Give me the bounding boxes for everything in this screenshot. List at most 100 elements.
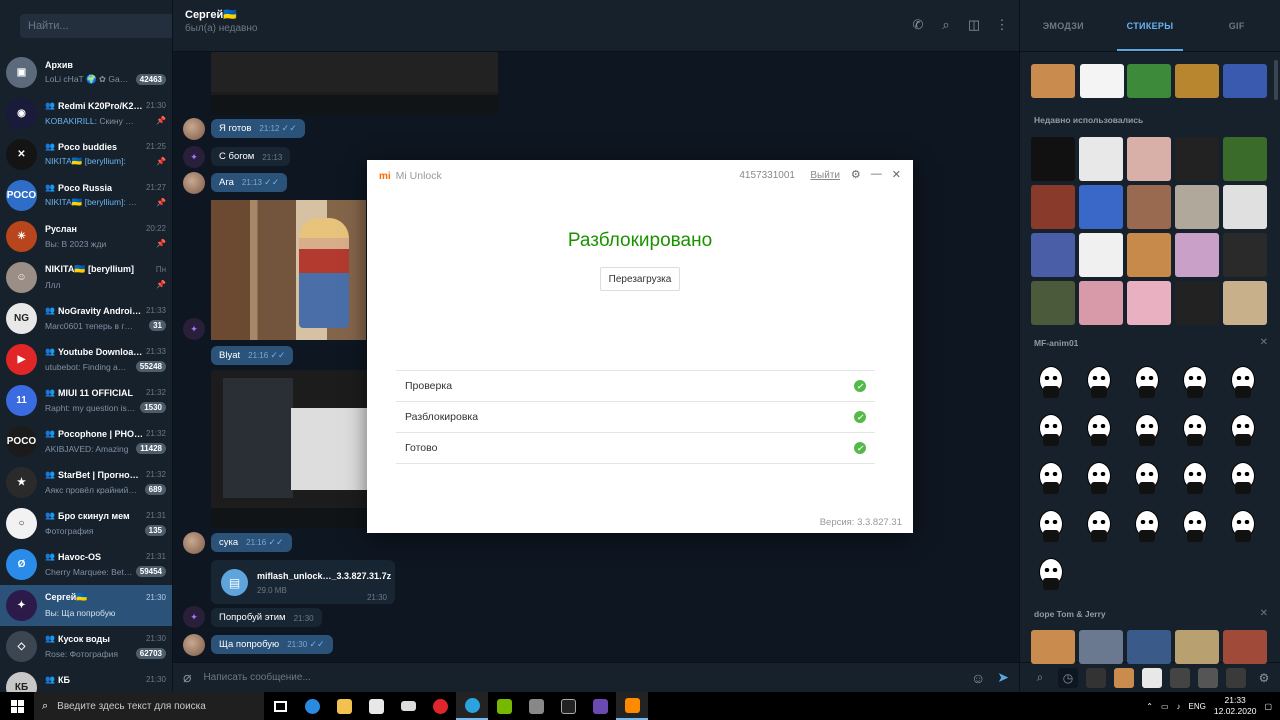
- settings-icon[interactable]: ⚙: [1254, 668, 1274, 688]
- sticker-pack-icon[interactable]: [1170, 667, 1190, 688]
- sticker[interactable]: [1079, 630, 1123, 664]
- avatar[interactable]: ✦: [183, 318, 205, 340]
- terminal-icon[interactable]: [552, 692, 584, 720]
- sticker[interactable]: [1223, 233, 1267, 277]
- sticker[interactable]: [1079, 360, 1119, 400]
- chat-list-item[interactable]: 11 👥 MIUI 11 OFFICIAL 21:32 Rapht: my questi…: [0, 380, 172, 421]
- chat-list-item[interactable]: ▶ 👥 Youtube Downloa… 21:33 utubebot: Finding…: [0, 339, 172, 380]
- chat-list-item[interactable]: ▣ Архив LoLi cHaT 🌍 ✿ Ga… 42463: [0, 52, 172, 93]
- close-icon[interactable]: ✕: [1260, 337, 1268, 348]
- sticker[interactable]: [1127, 504, 1167, 544]
- sticker[interactable]: [1175, 360, 1215, 400]
- photo-message[interactable]: [211, 200, 366, 340]
- avatar[interactable]: [183, 532, 205, 554]
- avatar[interactable]: [183, 172, 205, 194]
- attach-icon[interactable]: ⌀: [183, 669, 191, 686]
- message-out[interactable]: Ща попробую 21:30 ✓✓: [211, 635, 333, 654]
- chat-list-item[interactable]: ☺ NIKITA🇺🇦 [beryllium] Пн Ллл 📌: [0, 257, 172, 298]
- task-view-icon[interactable]: [264, 692, 296, 720]
- sticker[interactable]: [1080, 64, 1124, 98]
- sticker[interactable]: [1127, 185, 1171, 229]
- sticker[interactable]: [1175, 630, 1219, 664]
- logout-link[interactable]: Выйти: [810, 170, 840, 181]
- chat-list-item[interactable]: POCO 👥 Pocophone | PHO… 21:32 AKIBJAVED: Ama…: [0, 421, 172, 462]
- chat-list-item[interactable]: ✕ 👥 Poco buddies 21:25 NIKITA🇺🇦 [beryllium]:…: [0, 134, 172, 175]
- sticker-pack-icon[interactable]: [1086, 667, 1106, 688]
- file-message[interactable]: ▤ miflash_unlock…_3.3.827.31.7z 29.0 MB …: [211, 560, 395, 604]
- chat-list-item[interactable]: ◇ 👥 Кусок воды 21:30 Rose: Фотография 62703: [0, 626, 172, 667]
- sticker[interactable]: [1031, 504, 1071, 544]
- sticker[interactable]: [1031, 360, 1071, 400]
- notifications-icon[interactable]: ▢: [1264, 702, 1272, 711]
- chat-list-item[interactable]: ★ 👥 StarBet | Прогно… 21:32 Аякс провёл край…: [0, 462, 172, 503]
- more-icon[interactable]: ⋮: [995, 17, 1009, 32]
- tab-stickers[interactable]: СТИКЕРЫ: [1107, 0, 1194, 51]
- sticker[interactable]: [1031, 281, 1075, 325]
- file-icon[interactable]: ▤: [221, 569, 248, 596]
- scrollbar[interactable]: [1274, 60, 1278, 100]
- tab-gif[interactable]: GIF: [1193, 0, 1280, 51]
- chat-list-item[interactable]: ☀ Руслан 20:22 Вы: В 2023 жди 📌: [0, 216, 172, 257]
- sticker[interactable]: [1175, 64, 1219, 98]
- app-icon[interactable]: [584, 692, 616, 720]
- network-icon[interactable]: ▭: [1161, 702, 1169, 711]
- sticker[interactable]: [1079, 233, 1123, 277]
- search-icon[interactable]: ⌕: [939, 17, 953, 32]
- sticker[interactable]: [1031, 233, 1075, 277]
- sticker[interactable]: [1079, 456, 1119, 496]
- sidebar-toggle-icon[interactable]: ◫: [967, 17, 981, 32]
- sticker[interactable]: [1127, 137, 1171, 181]
- message-out[interactable]: Blyat 21:16 ✓✓: [211, 346, 294, 365]
- mi-unlock-taskbar-icon[interactable]: [616, 692, 648, 720]
- chat-list-item[interactable]: NG 👥 NoGravity Androi… 21:33 Marc0601 теперь…: [0, 298, 172, 339]
- sticker[interactable]: [1031, 552, 1071, 592]
- avatar[interactable]: ✦: [183, 606, 205, 628]
- emoji-icon[interactable]: ☺: [971, 670, 985, 686]
- search-icon[interactable]: ⌕: [1030, 668, 1050, 688]
- message-out[interactable]: Я готов 21:12 ✓✓: [211, 119, 305, 138]
- clock[interactable]: 21:33 12.02.2020: [1214, 695, 1257, 717]
- screenshot-image[interactable]: [211, 52, 498, 115]
- close-icon[interactable]: ✕: [892, 168, 901, 181]
- sticker[interactable]: [1127, 630, 1171, 664]
- message-in[interactable]: С богом 21:13: [211, 147, 291, 166]
- sticker[interactable]: [1223, 185, 1267, 229]
- chat-list-item[interactable]: ◉ 👥 Redmi K20Pro/K2… 21:30 KOBAKIRILL: Скину…: [0, 93, 172, 134]
- message-input[interactable]: [203, 672, 959, 683]
- message-in[interactable]: Попробуй этим 21:30: [211, 608, 322, 627]
- chat-list-item[interactable]: КБ 👥 КБ 21:30: [0, 667, 172, 692]
- sticker[interactable]: [1031, 185, 1075, 229]
- store-icon[interactable]: [360, 692, 392, 720]
- sticker[interactable]: [1127, 281, 1171, 325]
- message-out[interactable]: Ага 21:13 ✓✓: [211, 173, 288, 192]
- close-icon[interactable]: ✕: [1260, 608, 1268, 619]
- language-indicator[interactable]: ENG: [1189, 702, 1206, 711]
- sticker[interactable]: [1031, 630, 1075, 664]
- sticker[interactable]: [1223, 137, 1267, 181]
- telegram-taskbar-icon[interactable]: [456, 692, 488, 720]
- avatar[interactable]: ✦: [183, 146, 205, 168]
- message-out[interactable]: сука 21:16 ✓✓: [211, 533, 292, 552]
- sticker[interactable]: [1223, 456, 1263, 496]
- sticker[interactable]: [1175, 408, 1215, 448]
- recent-icon[interactable]: ◷: [1058, 667, 1078, 688]
- volume-icon[interactable]: ♪: [1177, 702, 1181, 711]
- chat-list-item[interactable]: ✦ Сергей🇺🇦 21:30 Вы: Ща попробую: [0, 585, 172, 626]
- sticker[interactable]: [1175, 137, 1219, 181]
- sticker-pack-icon[interactable]: [1142, 667, 1162, 688]
- sticker[interactable]: [1127, 360, 1167, 400]
- sticker[interactable]: [1079, 408, 1119, 448]
- sticker-pack-icon[interactable]: [1226, 667, 1246, 688]
- sticker-pack-icon[interactable]: [1198, 667, 1218, 688]
- avatar[interactable]: [183, 634, 205, 656]
- sticker[interactable]: [1175, 504, 1215, 544]
- archive-icon[interactable]: [520, 692, 552, 720]
- sticker[interactable]: [1223, 504, 1263, 544]
- start-button[interactable]: [0, 692, 34, 720]
- phone-icon[interactable]: ✆: [911, 17, 925, 32]
- sticker[interactable]: [1223, 408, 1263, 448]
- sticker[interactable]: [1127, 233, 1171, 277]
- sticker[interactable]: [1079, 185, 1123, 229]
- sticker[interactable]: [1127, 456, 1167, 496]
- sticker[interactable]: [1223, 630, 1267, 664]
